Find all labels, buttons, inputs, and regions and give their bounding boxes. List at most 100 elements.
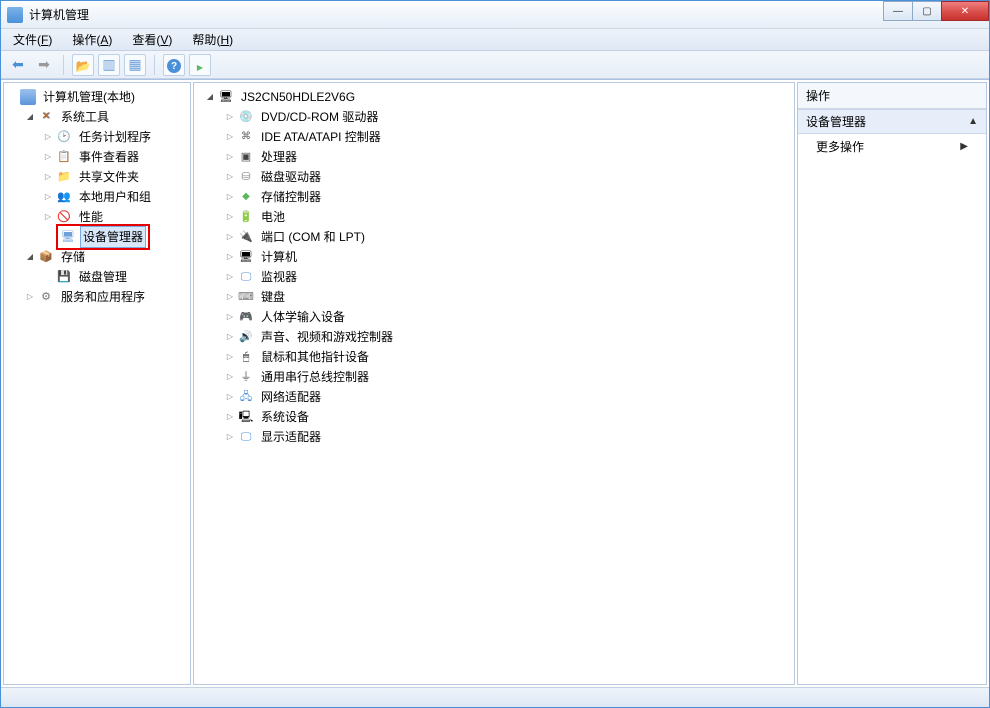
forward-button[interactable] [33,54,55,76]
back-button[interactable] [7,54,29,76]
expander-icon[interactable] [42,191,54,203]
node-usb[interactable]: 通用串行总线控制器 [224,367,792,387]
expander-icon[interactable] [224,191,236,203]
actions-more[interactable]: 更多操作 ▶ [798,134,986,159]
computers-icon [238,249,254,265]
storage-icon [38,249,54,265]
titlebar[interactable]: 计算机管理 — ▢ ✕ [1,1,989,29]
show-hide-tree-button[interactable] [72,54,94,76]
properties-button[interactable] [98,54,120,76]
device-tree-pane: JS2CN50HDLE2V6G DVD/CD-ROM 驱动器 IDE ATA/A… [193,82,795,685]
help-icon [167,56,181,74]
expander-icon[interactable] [224,211,236,223]
node-mouse[interactable]: 鼠标和其他指针设备 [224,347,792,367]
node-device-manager[interactable]: 设备管理器 [42,227,188,247]
node-cpu[interactable]: 处理器 [224,147,792,167]
expander-icon[interactable] [204,91,216,103]
expander-icon[interactable] [24,111,36,123]
menu-help[interactable]: 帮助(H) [184,29,241,50]
run-button[interactable] [189,54,211,76]
node-services-apps[interactable]: 服务和应用程序 [24,287,188,307]
node-label: 监视器 [258,266,300,288]
help-button[interactable] [163,54,185,76]
body: 计算机管理(本地) 系统工具 任务计划程序 [1,79,989,687]
expander-icon[interactable] [224,371,236,383]
node-label: 磁盘驱动器 [258,166,324,188]
submenu-icon: ▶ [960,141,968,152]
node-network[interactable]: 网络适配器 [224,387,792,407]
node-task-scheduler[interactable]: 任务计划程序 [42,127,188,147]
expander-icon [6,91,18,103]
expander-icon[interactable] [224,431,236,443]
expander-icon[interactable] [42,211,54,223]
minimize-button[interactable]: — [883,1,913,21]
node-display-adapters[interactable]: 显示适配器 [224,427,792,447]
menu-view[interactable]: 查看(V) [124,29,180,50]
expander-icon[interactable] [224,151,236,163]
node-hid[interactable]: 人体学输入设备 [224,307,792,327]
node-keyboards[interactable]: 键盘 [224,287,792,307]
expander-icon[interactable] [224,251,236,263]
node-monitors[interactable]: 监视器 [224,267,792,287]
node-label: 存储控制器 [258,186,324,208]
expander-icon[interactable] [224,111,236,123]
node-sound[interactable]: 声音、视频和游戏控制器 [224,327,792,347]
expander-icon[interactable] [224,351,236,363]
expander-icon[interactable] [224,271,236,283]
app-icon [7,7,23,23]
maximize-button[interactable]: ▢ [912,1,942,21]
node-ports[interactable]: 端口 (COM 和 LPT) [224,227,792,247]
node-computer-management[interactable]: 计算机管理(本地) [6,87,188,107]
node-system-tools[interactable]: 系统工具 [24,107,188,127]
close-button[interactable]: ✕ [941,1,989,21]
expander-icon[interactable] [24,251,36,263]
expander-icon[interactable] [42,151,54,163]
expander-icon[interactable] [24,291,36,303]
node-label: 计算机 [258,246,300,268]
properties2-button[interactable] [124,54,146,76]
display-adapter-icon [238,429,254,445]
node-system-devices[interactable]: 系统设备 [224,407,792,427]
arrow-left-icon [12,56,24,73]
node-shared-folders[interactable]: 共享文件夹 [42,167,188,187]
actions-section[interactable]: 设备管理器 ▲ [798,109,986,134]
node-dvd[interactable]: DVD/CD-ROM 驱动器 [224,107,792,127]
expander-icon[interactable] [224,171,236,183]
node-storage-controllers[interactable]: 存储控制器 [224,187,792,207]
hid-icon [238,309,254,325]
node-label: 存储 [58,246,88,268]
node-label: 系统设备 [258,406,312,428]
node-computers[interactable]: 计算机 [224,247,792,267]
node-battery[interactable]: 电池 [224,207,792,227]
expander-icon[interactable] [224,411,236,423]
expander-icon[interactable] [42,171,54,183]
expander-icon[interactable] [224,331,236,343]
expander-icon[interactable] [224,311,236,323]
expander-icon[interactable] [224,291,236,303]
computer-icon [218,89,234,105]
menu-file[interactable]: 文件(F) [5,29,60,50]
arrow-right-icon [38,56,50,73]
menu-action[interactable]: 操作(A) [64,29,120,50]
expander-icon[interactable] [224,131,236,143]
actions-section-label: 设备管理器 [806,113,866,130]
node-computer[interactable]: JS2CN50HDLE2V6G [196,87,792,107]
performance-icon [56,209,72,225]
node-disk-management[interactable]: 磁盘管理 [42,267,188,287]
node-event-viewer[interactable]: 事件查看器 [42,147,188,167]
storage-controller-icon [238,189,254,205]
node-label: 任务计划程序 [76,126,154,148]
node-local-users[interactable]: 本地用户和组 [42,187,188,207]
node-storage[interactable]: 存储 [24,247,188,267]
play-icon [197,57,203,73]
disk-drive-icon [238,169,254,185]
node-disk-drives[interactable]: 磁盘驱动器 [224,167,792,187]
battery-icon [238,209,254,225]
node-label: 服务和应用程序 [58,286,148,308]
node-label: 处理器 [258,146,300,168]
expander-icon[interactable] [224,391,236,403]
toolbar [1,51,989,79]
expander-icon[interactable] [42,131,54,143]
expander-icon[interactable] [224,231,236,243]
node-ide[interactable]: IDE ATA/ATAPI 控制器 [224,127,792,147]
